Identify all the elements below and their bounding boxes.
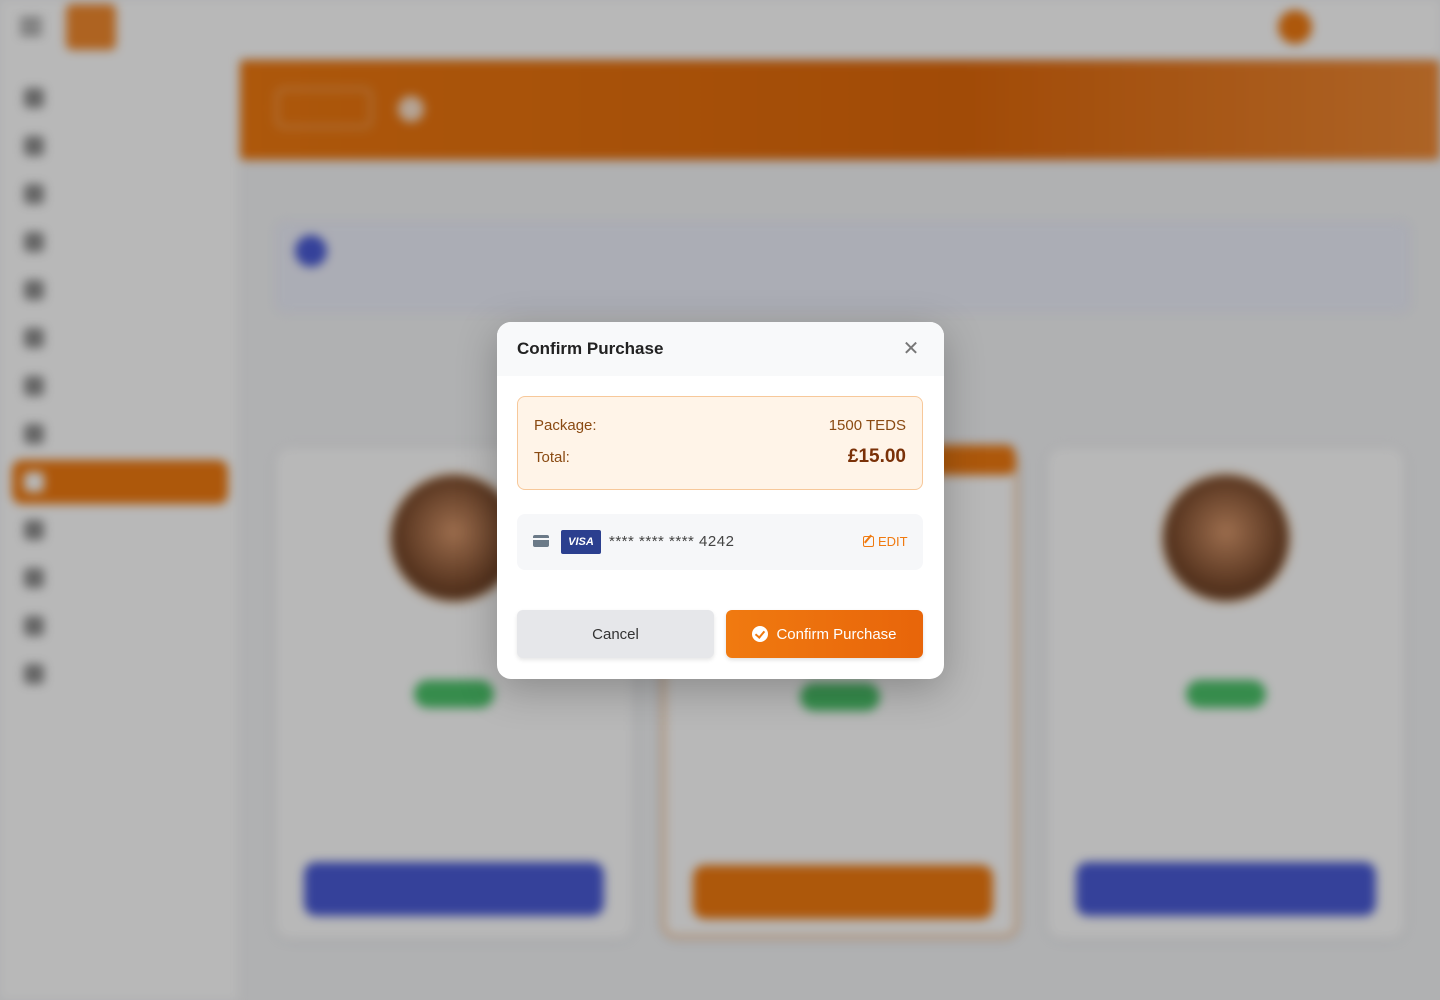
confirm-label: Confirm Purchase bbox=[776, 625, 897, 643]
modal-title: Confirm Purchase bbox=[517, 339, 664, 358]
edit-payment-link[interactable]: EDIT bbox=[863, 534, 908, 549]
order-summary: Package: 1500 TEDS Total: £15.00 bbox=[517, 396, 923, 490]
close-icon[interactable]: ✕ bbox=[897, 336, 925, 362]
masked-card-number: **** **** **** 4242 bbox=[609, 533, 735, 550]
edit-icon bbox=[863, 536, 874, 547]
package-label: Package: bbox=[534, 417, 597, 434]
total-value: £15.00 bbox=[847, 446, 906, 467]
payment-method: VISA **** **** **** 4242 EDIT bbox=[517, 514, 923, 570]
check-circle-icon bbox=[752, 626, 769, 642]
credit-card-icon bbox=[533, 535, 549, 547]
package-value: 1500 TEDS bbox=[828, 417, 906, 434]
total-label: Total: bbox=[534, 449, 570, 466]
edit-label: EDIT bbox=[878, 534, 908, 549]
cancel-button[interactable]: Cancel bbox=[517, 610, 714, 658]
confirm-purchase-button[interactable]: Confirm Purchase bbox=[726, 610, 923, 658]
modal-header: Confirm Purchase ✕ bbox=[497, 322, 944, 376]
confirm-purchase-modal: Confirm Purchase ✕ Package: 1500 TEDS To… bbox=[497, 322, 944, 679]
visa-logo: VISA bbox=[561, 530, 601, 554]
